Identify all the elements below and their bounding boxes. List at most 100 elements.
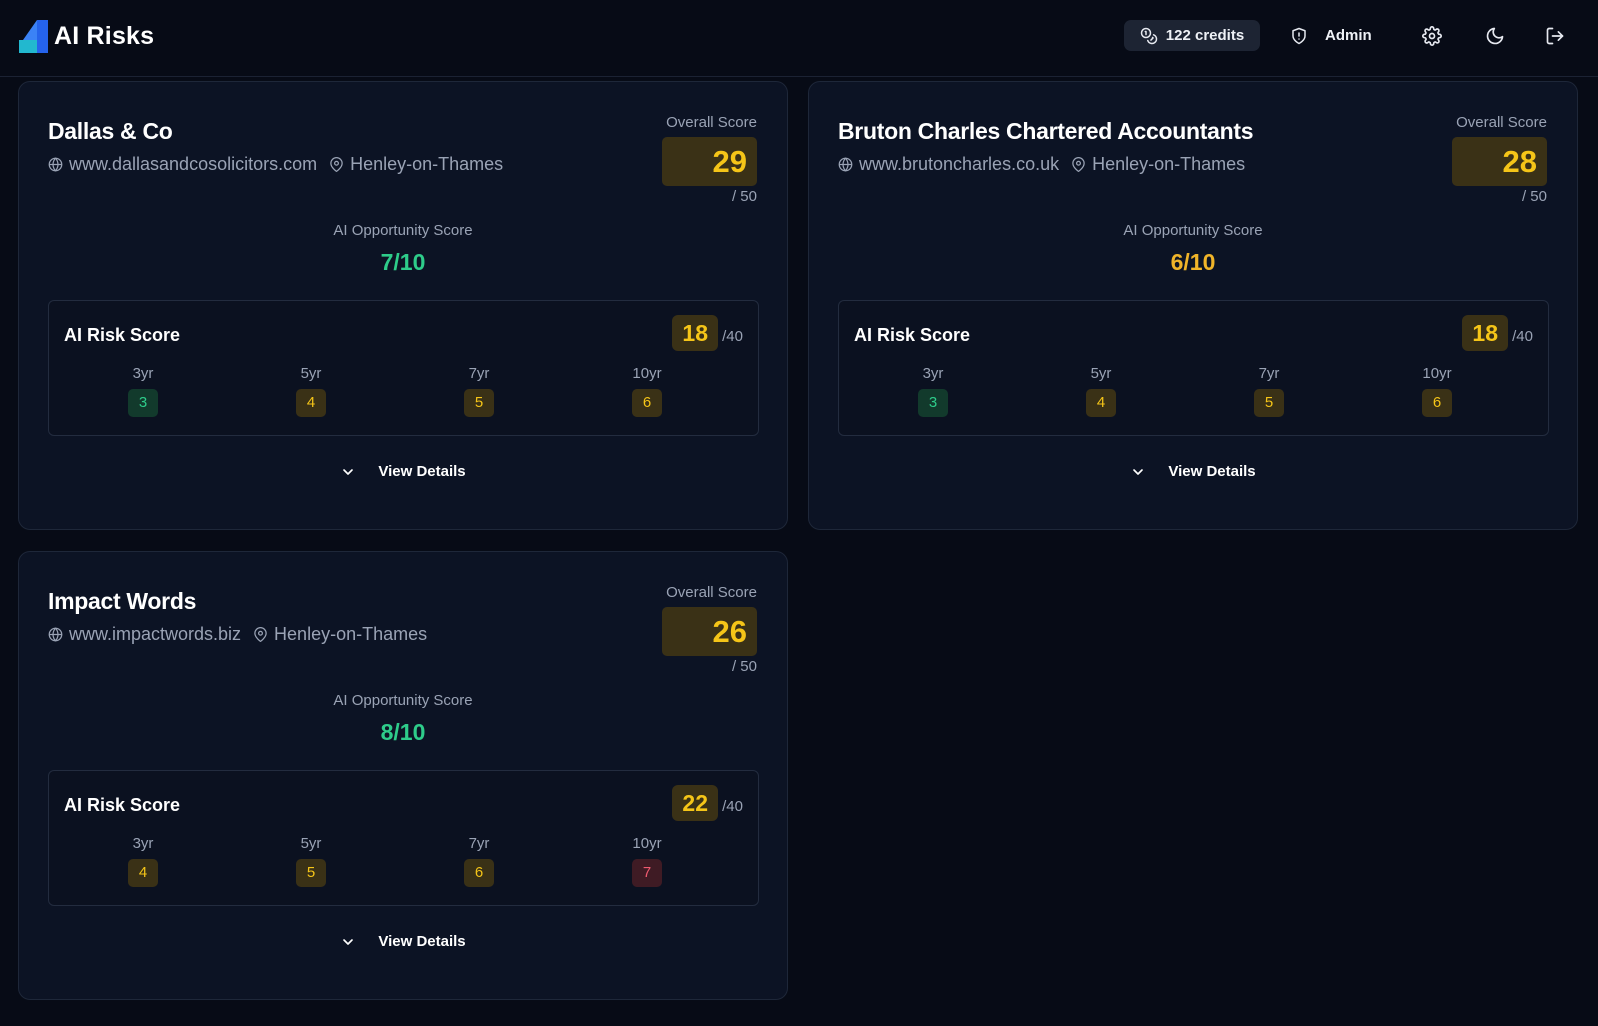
horizon-10yr: 10yr 6 [617,365,677,417]
overall-score-label: Overall Score [666,114,757,131]
coins-icon [1140,27,1158,44]
horizon-label: 5yr [300,835,322,852]
horizon-label: 3yr [132,835,154,852]
opportunity-score: 8/10 [380,719,426,745]
company-location: Henley-on-Thames [253,624,427,645]
opportunity-score: 6/10 [1170,249,1216,275]
chevron-down-icon [1133,468,1144,475]
location-text: Henley-on-Thames [274,624,428,644]
horizon-label: 10yr [632,835,662,852]
globe-icon [48,157,63,172]
admin-label: Admin [1325,27,1372,44]
risk-score-max: /40 [1512,328,1533,345]
company-card: Impact Words www.impactwords.biz Henley-… [18,551,788,1000]
moon-icon [1486,27,1504,45]
settings-button[interactable] [1418,22,1446,50]
brand-logo-icon [19,20,48,53]
horizon-label: 3yr [922,365,944,382]
chevron-down-icon [343,468,354,475]
location-text: Henley-on-Thames [1092,154,1246,174]
company-meta: www.brutoncharles.co.uk Henley-on-Thames [838,154,1245,175]
risk-score-value: 18 [672,315,718,351]
logout-button[interactable] [1541,22,1569,50]
company-meta: www.dallasandcosolicitors.com Henley-on-… [48,154,503,175]
view-details-label: View Details [1168,463,1256,480]
company-website[interactable]: www.impactwords.biz [48,624,241,645]
horizon-7yr: 7yr 6 [449,835,509,887]
horizon-3yr: 3yr 3 [113,365,173,417]
brand[interactable]: AI Risks [19,20,154,53]
risk-panel: AI Risk Score 22 /40 3yr 4 5yr 5 7yr 6 10yr… [48,770,759,906]
horizon-value: 5 [296,859,326,887]
company-website[interactable]: www.brutoncharles.co.uk [838,154,1059,175]
horizon-value: 4 [1086,389,1116,417]
overall-score-max: / 50 [1521,188,1547,205]
shield-icon [1292,27,1306,44]
website-text: www.brutoncharles.co.uk [859,154,1060,174]
admin-menu[interactable]: Admin [1290,20,1372,51]
horizon-value: 6 [632,389,662,417]
company-meta: www.impactwords.biz Henley-on-Thames [48,624,427,645]
horizon-value: 5 [1254,389,1284,417]
horizon-value: 3 [918,389,948,417]
horizon-value: 4 [128,859,158,887]
map-pin-icon [254,627,267,642]
risk-title: AI Risk Score [854,325,971,345]
company-name: Dallas & Co [48,118,173,144]
chevron-down-icon [343,938,354,945]
horizon-5yr: 5yr 4 [1071,365,1131,417]
credits-label: 122 credits [1165,27,1245,44]
credits-badge[interactable]: 122 credits [1124,20,1260,51]
risk-title: AI Risk Score [64,325,181,345]
company-location: Henley-on-Thames [329,154,503,175]
horizon-label: 5yr [1090,365,1112,382]
horizon-3yr: 3yr 3 [903,365,963,417]
company-name: Impact Words [48,588,197,614]
risk-score-value: 22 [672,785,718,821]
horizon-7yr: 7yr 5 [1239,365,1299,417]
company-card: Bruton Charles Chartered Accountants www… [808,81,1578,530]
horizon-5yr: 5yr 5 [281,835,341,887]
location-text: Henley-on-Thames [350,154,504,174]
horizon-3yr: 3yr 4 [113,835,173,887]
risk-score-max: /40 [722,328,743,345]
overall-score-value: 29 [662,137,757,186]
horizon-value: 5 [464,389,494,417]
horizon-value: 6 [464,859,494,887]
horizon-value: 4 [296,389,326,417]
opportunity-label: AI Opportunity Score [1123,222,1263,239]
opportunity-score: 7/10 [380,249,426,275]
horizon-value: 7 [632,859,662,887]
risk-title: AI Risk Score [64,795,181,815]
overall-score-max: / 50 [731,188,757,205]
globe-icon [838,157,853,172]
company-website[interactable]: www.dallasandcosolicitors.com [48,154,317,175]
company-name: Bruton Charles Chartered Accountants [838,118,1254,144]
horizon-5yr: 5yr 4 [281,365,341,417]
overall-score-label: Overall Score [666,584,757,601]
horizon-value: 6 [1422,389,1452,417]
view-details-button[interactable]: View Details [19,463,787,480]
horizon-10yr: 10yr 6 [1407,365,1467,417]
top-bar: AI Risks 122 credits Admin [0,0,1598,77]
horizon-label: 3yr [132,365,154,382]
horizon-label: 10yr [632,365,662,382]
horizon-label: 7yr [468,365,490,382]
gear-icon [1422,26,1442,46]
map-pin-icon [330,157,343,172]
view-details-button[interactable]: View Details [19,933,787,950]
horizon-label: 10yr [1422,365,1452,382]
website-text: www.impactwords.biz [69,624,242,644]
overall-score-value: 26 [662,607,757,656]
view-details-label: View Details [378,463,466,480]
view-details-label: View Details [378,933,466,950]
theme-toggle-button[interactable] [1481,22,1509,50]
overall-score-value: 28 [1452,137,1547,186]
company-location: Henley-on-Thames [1071,154,1245,175]
company-card: Dallas & Co www.dallasandcosolicitors.co… [18,81,788,530]
view-details-button[interactable]: View Details [809,463,1577,480]
horizon-10yr: 10yr 7 [617,835,677,887]
horizon-label: 5yr [300,365,322,382]
horizon-value: 3 [128,389,158,417]
overall-score-max: / 50 [731,658,757,675]
